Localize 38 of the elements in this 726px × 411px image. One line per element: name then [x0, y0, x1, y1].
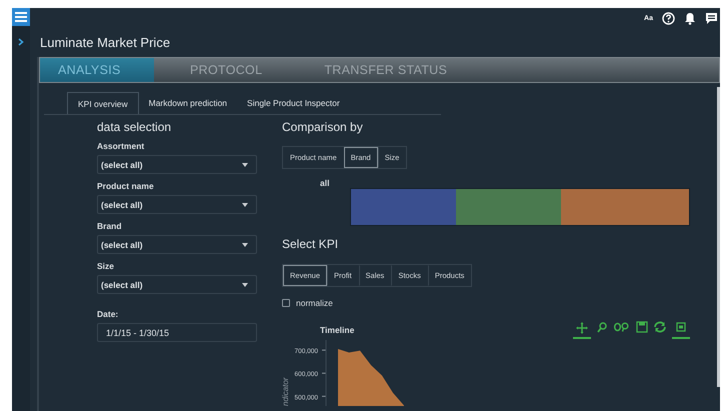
menu-button[interactable]: [12, 8, 30, 26]
row-label: all: [320, 178, 330, 188]
date-range-field[interactable]: 1/1/15 - 1/30/15: [97, 323, 257, 342]
app-title: Luminate Market Price: [40, 35, 172, 51]
date-label: Date:: [97, 309, 120, 320]
axis-title: ndicator: [282, 378, 290, 406]
section-heading: data selection: [97, 120, 172, 134]
pan-tool-icon[interactable]: [573, 321, 591, 339]
dropdown-caret-icon: [242, 162, 248, 166]
dropdown-caret-icon: [242, 242, 248, 246]
filter-dropdown[interactable]: (select all): [97, 155, 257, 174]
filter-dropdown[interactable]: (select all): [97, 195, 257, 214]
box-select-icon[interactable]: [672, 321, 690, 339]
sub-tab[interactable]: KPI overview: [67, 92, 139, 114]
dropdown-caret-icon: [242, 282, 248, 286]
chart-title: Timeline: [320, 325, 354, 335]
expand-chevron-icon[interactable]: [18, 38, 24, 46]
tick-mark: [322, 372, 326, 374]
tick-mark: [322, 350, 326, 351]
section-heading: Comparison by: [282, 120, 364, 134]
checkbox[interactable]: [282, 299, 290, 307]
menu-icon: [15, 12, 27, 22]
filter-label: Product name: [97, 181, 155, 192]
filter-label: Brand: [97, 221, 123, 232]
sub-tab[interactable]: Single Product Inspector: [237, 92, 350, 114]
tick-mark: [322, 396, 326, 397]
scrollbar[interactable]: [717, 87, 720, 387]
filter-dropdown[interactable]: (select all): [97, 235, 257, 254]
section-heading: Select KPI: [282, 237, 340, 251]
filter-dropdown[interactable]: (select all): [97, 275, 257, 294]
sub-tab[interactable]: Markdown prediction: [138, 92, 238, 114]
bell-icon[interactable]: [684, 12, 696, 25]
dropdown-caret-icon: [242, 202, 248, 206]
help-icon[interactable]: [662, 12, 675, 25]
filter-label: Assortment: [97, 141, 146, 152]
chat-icon[interactable]: [705, 12, 718, 25]
checkbox-label: normalize: [296, 298, 333, 308]
filter-label: Size: [97, 261, 116, 272]
